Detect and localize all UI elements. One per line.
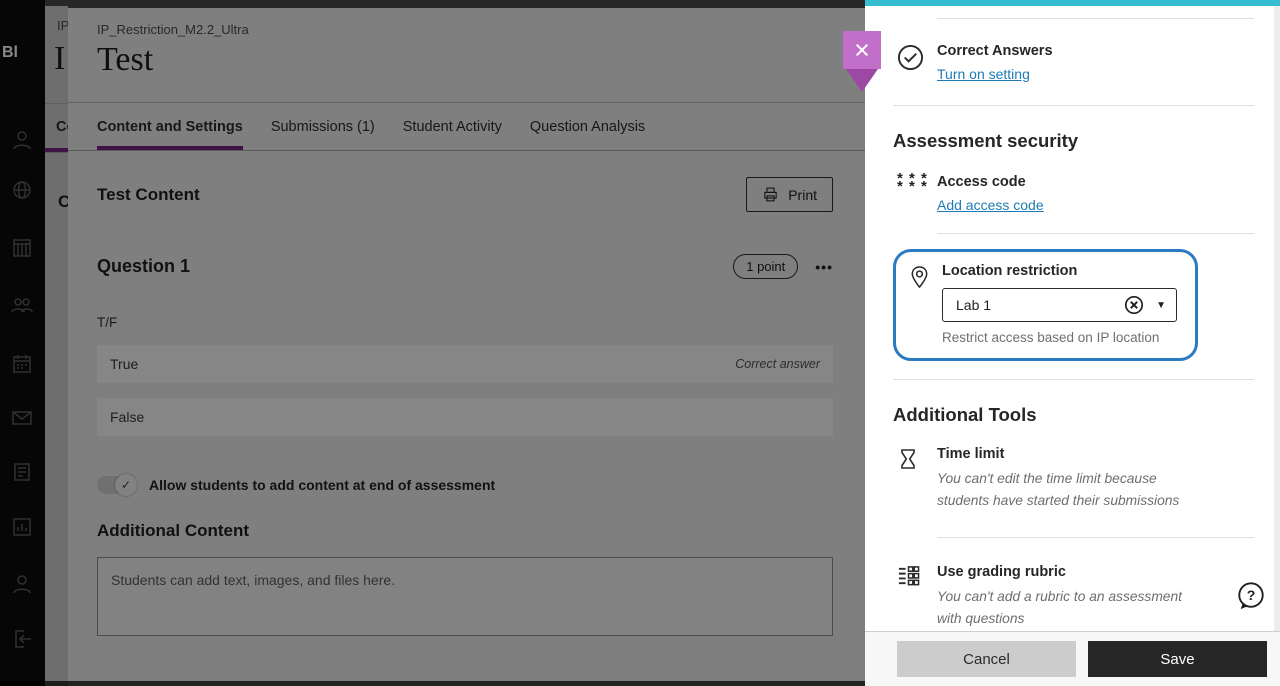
panel-scrollbar-track[interactable] [1274,6,1280,686]
close-button-tail [846,69,878,92]
section-divider [937,536,1254,538]
location-helper-text: Restrict access based on IP location [942,330,1160,345]
check-circle-icon [897,43,937,84]
grading-rubric-icon [897,564,937,631]
assessment-security-heading: Assessment security [893,130,1079,151]
access-code-icon: * * * * * * [897,170,928,195]
test-settings-panel: × Correct Answers Turn on setting Assess… [843,0,1280,686]
clear-selection-icon[interactable] [1124,295,1144,315]
close-panel-button[interactable]: × [843,31,881,69]
add-access-code-link[interactable]: Add access code [937,197,1044,213]
section-divider [893,379,1254,380]
cancel-button[interactable]: Cancel [897,641,1076,677]
location-restriction-highlight: Location restriction Lab 1 ▼ Restrict ac… [893,249,1198,361]
section-divider [937,18,1254,19]
time-limit-note: You can't edit the time limit because st… [937,471,1180,509]
modal-dim-overlay [0,0,865,686]
panel-footer: Cancel Save [865,631,1280,686]
question-mark-glyph: ? [1247,587,1256,603]
save-button[interactable]: Save [1088,641,1267,677]
location-select-value: Lab 1 [956,297,992,313]
location-restriction-title: Location restriction [942,263,1078,279]
location-pin-icon [908,263,942,345]
grading-rubric-note: You can't add a rubric to an assessment … [937,588,1182,627]
screen: Bl IP I Co C IP_Re [0,0,1280,686]
close-icon: × [854,34,870,65]
grading-rubric-title: Use grading rubric [937,563,1066,580]
access-code-title: Access code [937,174,1026,190]
time-limit-title: Time limit [937,446,1005,462]
correct-answers-title: Correct Answers [937,43,1053,59]
section-divider [937,233,1254,234]
hourglass-icon [897,446,937,513]
window-bottom-edge [0,681,865,686]
chevron-down-icon[interactable]: ▼ [1156,300,1166,311]
help-button[interactable]: ? [1236,581,1266,611]
section-divider [893,105,1254,106]
additional-tools-heading: Additional Tools [893,404,1037,425]
location-select[interactable]: Lab 1 ▼ [942,288,1177,322]
turn-on-setting-link[interactable]: Turn on setting [937,66,1030,82]
